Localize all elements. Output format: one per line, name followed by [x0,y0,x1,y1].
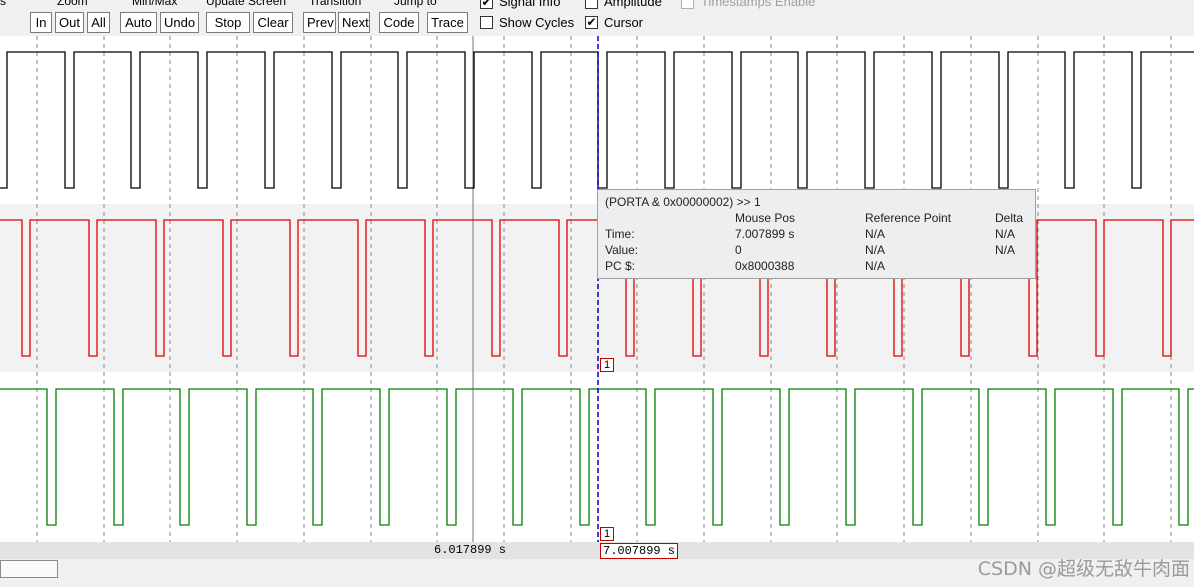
tooltip-pc-reference-point: N/A [865,259,886,273]
show-cycles-label: Show Cycles [499,15,575,30]
minmax-group-label: Min/Max [132,0,178,8]
tooltip-time-delta: N/A [995,227,1016,241]
cursor-time-label: 7.007899 s [600,543,679,559]
zoom-all-button[interactable]: All [87,12,110,33]
prev-transition-button[interactable]: Prev [303,12,336,33]
tooltip-pc-mouse-pos: 0x8000388 [735,259,795,273]
cursor-label: Cursor [604,15,644,30]
amplitude-checkbox[interactable] [585,0,598,9]
watermark: CSDN @超级无敌牛肉面 [977,558,1190,580]
tooltip-pc-label: PC $: [605,259,636,273]
next-transition-button[interactable]: Next [338,12,370,33]
cut-off-label: s [0,0,6,8]
tooltip-value-mouse-pos: 0 [735,243,742,257]
stop-button[interactable]: Stop [206,12,250,33]
signal-info-label: Signal Info [499,0,561,9]
signal-band-3 [0,372,1194,542]
clear-button[interactable]: Clear [253,12,293,33]
show-cycles-checkbox[interactable] [480,16,493,29]
signal-info-checkbox[interactable]: ✔ [480,0,493,9]
tooltip-time-label: Time: [605,227,635,241]
waveform-plot[interactable] [0,36,1194,542]
timestamps-checkbox[interactable] [681,0,694,9]
reference-time-label: 6.017899 s [434,543,507,557]
tooltip-header-reference-point: Reference Point [865,211,952,225]
auto-button[interactable]: Auto [120,12,157,33]
jump-trace-button[interactable]: Trace [427,12,468,33]
tooltip-value-delta: N/A [995,243,1016,257]
jump-code-button[interactable]: Code [379,12,419,33]
tooltip-value-label: Value: [605,243,639,257]
tooltip-header-delta: Delta [995,211,1024,225]
scrollbar-thumb[interactable] [0,560,58,578]
undo-button[interactable]: Undo [160,12,199,33]
update-screen-group-label: Update Screen [206,0,287,8]
timestamps-label: Timestamps Enable [701,0,816,9]
tooltip-time-mouse-pos: 7.007899 s [735,227,795,241]
signal-info-tooltip: (PORTA & 0x00000002) >> 1 Mouse Pos Refe… [597,189,1036,279]
zoom-group-label: Zoom [57,0,88,8]
logic-analyzer-toolbar: s Zoom In Out All Min/Max Auto Undo Upda… [0,0,1194,36]
tooltip-title: (PORTA & 0x00000002) >> 1 [605,195,761,209]
tooltip-header-mouse-pos: Mouse Pos [735,211,796,225]
zoom-out-button[interactable]: Out [55,12,84,33]
cursor-marker-signal-3: 1 [600,527,614,541]
cursor-marker-signal-2: 1 [600,358,614,372]
tooltip-time-reference-point: N/A [865,227,886,241]
transition-group-label: Transition [309,0,362,8]
jump-to-group-label: Jump to [394,0,437,8]
amplitude-label: Amplitude [604,0,662,9]
zoom-in-button[interactable]: In [30,12,52,33]
cursor-checkbox[interactable]: ✔ [585,16,598,29]
tooltip-value-reference-point: N/A [865,243,886,257]
signal-band-1 [0,36,1194,204]
waveform-canvas[interactable] [0,36,1194,542]
